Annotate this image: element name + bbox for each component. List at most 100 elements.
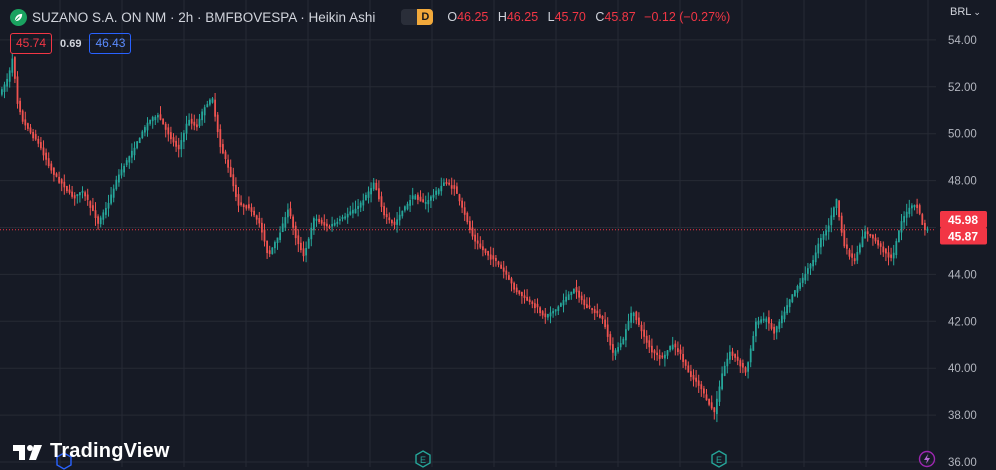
candle-body xyxy=(37,138,40,144)
candle-body xyxy=(287,209,289,218)
candle-body xyxy=(640,324,643,332)
symbol-title[interactable]: SUZANO S.A. ON NM · 2h · BMFBOVESPA · He… xyxy=(32,10,375,25)
candle-body xyxy=(68,189,71,193)
candle-body xyxy=(424,201,427,204)
candle-body xyxy=(526,296,528,301)
candle-body xyxy=(318,218,320,223)
candle-body xyxy=(612,344,614,353)
candle-body xyxy=(599,314,601,318)
chevron-down-icon: ⌄ xyxy=(973,7,981,17)
candle-body xyxy=(411,195,414,200)
candle-body xyxy=(305,248,307,256)
candle-body xyxy=(224,151,227,160)
candle-body xyxy=(222,144,224,154)
candle-body xyxy=(279,232,281,241)
candle-body xyxy=(729,351,731,360)
candle-body xyxy=(11,58,14,73)
candle-body xyxy=(697,380,700,386)
candle-body xyxy=(614,350,617,356)
candle-body xyxy=(866,231,869,235)
candle-body xyxy=(497,261,500,265)
low-value: 45.70 xyxy=(554,10,586,24)
candle-body xyxy=(29,127,32,133)
candle-body xyxy=(201,111,203,121)
candle-body xyxy=(570,291,573,296)
candle-body xyxy=(645,335,648,343)
candle-body xyxy=(112,188,115,198)
market-status[interactable]: D xyxy=(401,9,434,25)
candle-body xyxy=(575,287,578,293)
candle-body xyxy=(708,398,710,405)
candle-body xyxy=(21,110,24,122)
currency-selector[interactable]: BRL ⌄ xyxy=(950,6,981,18)
candle-body xyxy=(437,189,440,195)
candle-body xyxy=(677,348,679,352)
candle-body xyxy=(341,217,344,219)
split-event-icon[interactable] xyxy=(918,450,936,468)
candle-body xyxy=(508,275,510,280)
candle-body xyxy=(89,201,92,208)
candle-body xyxy=(913,205,916,208)
candle-body xyxy=(885,248,887,254)
candle-body xyxy=(879,243,882,247)
symbol-legend[interactable]: SUZANO S.A. ON NM · 2h · BMFBOVESPA · He… xyxy=(10,7,730,27)
candle-body xyxy=(651,345,653,353)
price-tag-label: 45.98 xyxy=(948,213,978,227)
candle-body xyxy=(502,267,505,272)
candle-body xyxy=(469,221,471,230)
candle-body xyxy=(661,355,664,358)
candle-body xyxy=(718,386,721,402)
candle-body xyxy=(463,207,466,215)
candle-body xyxy=(92,205,94,211)
candle-body xyxy=(671,344,674,350)
candle-body xyxy=(573,288,575,294)
earnings-event-icon[interactable]: E xyxy=(414,450,432,468)
candle-body xyxy=(294,225,297,239)
candle-body xyxy=(71,191,73,197)
candle-body xyxy=(905,211,908,218)
candle-body xyxy=(796,285,799,293)
candle-body xyxy=(918,205,921,214)
candle-body xyxy=(921,214,924,225)
candle-body xyxy=(695,377,697,382)
candle-body xyxy=(24,119,27,126)
market-status-badge: D xyxy=(417,9,434,25)
candle-body xyxy=(141,131,144,139)
candle-body xyxy=(320,219,323,224)
candle-body xyxy=(79,192,81,196)
candle-body xyxy=(461,200,463,208)
candle-body xyxy=(349,211,352,215)
candle-body xyxy=(128,156,131,163)
candle-body xyxy=(742,363,744,368)
candle-body xyxy=(281,223,284,233)
candle-body xyxy=(528,299,531,303)
candle-body xyxy=(310,227,313,240)
candle-body xyxy=(788,299,791,308)
candle-body xyxy=(479,243,482,248)
candle-body xyxy=(487,251,489,256)
candle-body xyxy=(315,218,318,221)
candle-body xyxy=(120,169,123,176)
candle-body xyxy=(757,320,760,325)
candle-body xyxy=(835,198,838,209)
candle-body xyxy=(266,240,268,254)
candle-body xyxy=(255,215,258,220)
price-chart[interactable]: 36.0038.0040.0042.0044.0046.0048.0050.00… xyxy=(0,0,996,467)
candle-body xyxy=(450,185,453,189)
candle-body xyxy=(110,194,112,204)
high-value: 46.25 xyxy=(506,10,539,24)
candle-body xyxy=(739,360,742,367)
candle-body xyxy=(211,98,214,103)
candle-body xyxy=(261,222,263,233)
sell-price-button[interactable]: 45.74 xyxy=(10,33,53,54)
candle-body xyxy=(190,118,193,124)
candle-body xyxy=(1,89,3,95)
buy-price-button[interactable]: 46.43 xyxy=(89,33,132,54)
candle-body xyxy=(825,230,827,236)
candle-body xyxy=(118,174,120,183)
ohlc-values: O46.25 H46.25 L45.70 C45.87 −0.12 (−0.27… xyxy=(441,10,730,24)
candle-body xyxy=(383,206,385,216)
tradingview-logo[interactable]: TradingView xyxy=(12,440,170,463)
candle-body xyxy=(144,127,146,133)
earnings-event-icon[interactable]: E xyxy=(710,450,728,468)
